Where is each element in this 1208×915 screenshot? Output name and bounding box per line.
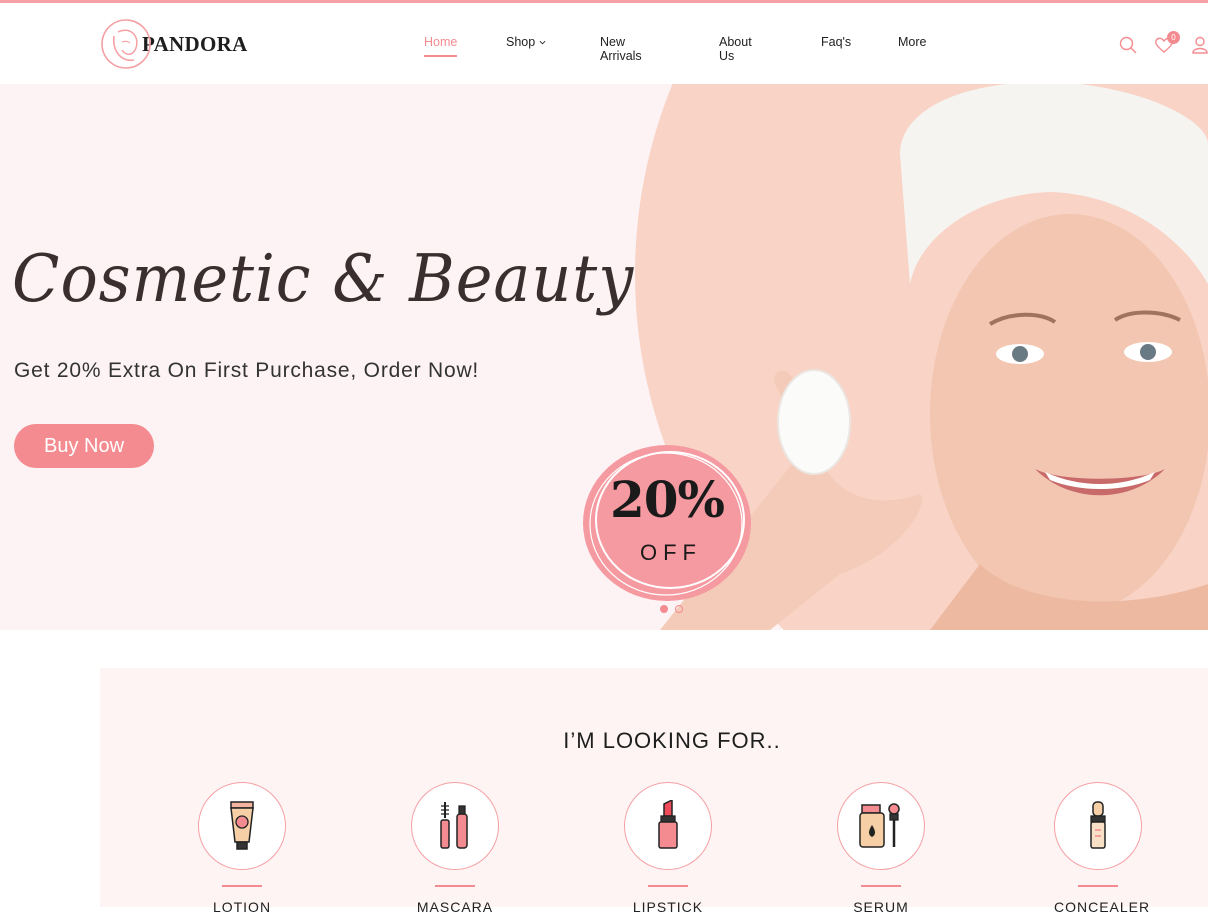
nav-new-arrivals[interactable]: New Arrivals (600, 35, 642, 63)
brand-name: PANDORA (142, 31, 248, 56)
site-header: PANDORA Home Shop New Arrivals About Us … (0, 3, 1208, 84)
mascara-icon (440, 802, 468, 849)
slider-dot-2[interactable] (675, 605, 683, 613)
brand-logo[interactable]: PANDORA (100, 16, 248, 72)
category-section: I’M LOOKING FOR.. LOTION MASCARA LIPSTIC… (100, 668, 1208, 915)
nav-shop[interactable]: Shop (506, 35, 546, 49)
lipstick-icon (658, 800, 678, 849)
nav-about-us-label: About Us (719, 35, 752, 63)
category-label: CONCEALER (1054, 899, 1151, 915)
lotion-icon (230, 801, 254, 850)
category-label: SERUM (853, 899, 909, 915)
concealer-icon (1090, 801, 1106, 849)
category-label: LIPSTICK (632, 899, 704, 915)
category-label: MASCARA (416, 899, 494, 915)
discount-badge: 20% OFF (582, 442, 752, 604)
slider-dot-1[interactable] (660, 605, 668, 613)
nav-faqs-label: Faq's (821, 35, 852, 49)
buy-now-button[interactable]: Buy Now (14, 424, 154, 468)
category-divider (222, 885, 262, 887)
chevron-down-icon (539, 40, 546, 44)
user-icon[interactable] (1190, 35, 1208, 55)
nav-home[interactable]: Home (424, 35, 458, 57)
nav-active-underline (424, 55, 458, 57)
nav-home-label: Home (424, 35, 458, 49)
category-divider (861, 885, 901, 887)
category-mascara[interactable]: MASCARA (411, 782, 499, 915)
nav-faqs[interactable]: Faq's (821, 35, 851, 49)
wishlist-count-badge: 0 (1167, 31, 1180, 44)
category-divider (648, 885, 688, 887)
hero-title: Cosmetic & Beauty (12, 240, 635, 317)
nav-more-label: More (898, 35, 927, 49)
hero-slider: Cosmetic & Beauty Get 20% Extra On First… (0, 84, 1208, 630)
nav-new-arrivals-label: New Arrivals (600, 35, 642, 63)
discount-off-label: OFF (640, 540, 702, 565)
category-concealer[interactable]: CONCEALER (1054, 782, 1151, 915)
hero-subtitle: Get 20% Extra On First Purchase, Order N… (14, 359, 480, 382)
discount-percent: 20% (609, 470, 725, 529)
category-serum[interactable]: SERUM (837, 782, 925, 915)
category-lotion[interactable]: LOTION (198, 782, 286, 915)
category-divider (1078, 885, 1118, 887)
category-divider (435, 885, 475, 887)
nav-about-us[interactable]: About Us (719, 35, 752, 63)
wishlist-button[interactable]: 0 (1154, 31, 1180, 55)
search-icon[interactable] (1118, 35, 1138, 55)
slider-dots (660, 605, 683, 613)
serum-icon (859, 803, 900, 848)
logo-face-icon (101, 19, 151, 69)
category-section-title: I’M LOOKING FOR.. (563, 728, 781, 753)
nav-shop-label: Shop (506, 35, 536, 49)
category-label: LOTION (212, 899, 272, 915)
category-lipstick[interactable]: LIPSTICK (624, 782, 712, 915)
nav-more[interactable]: More (898, 35, 926, 49)
